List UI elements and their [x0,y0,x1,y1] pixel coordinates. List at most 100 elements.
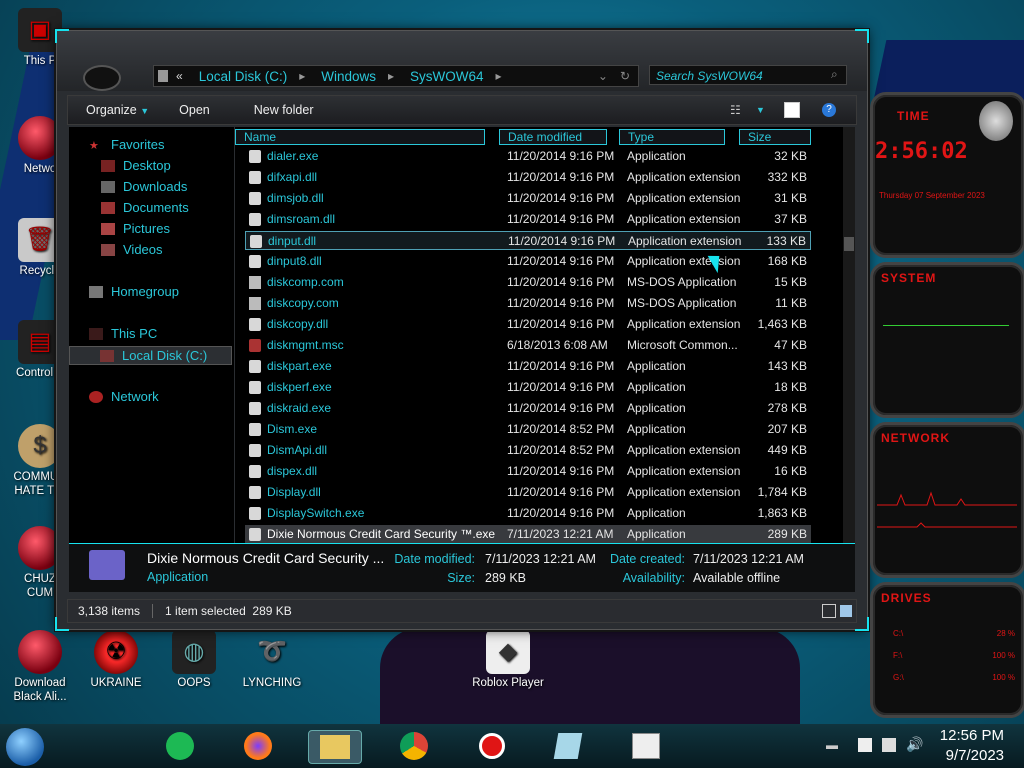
desktop-icon-oops[interactable]: ◍ OOPS [154,630,234,690]
search-input[interactable]: Search SysWOW64 [649,65,847,85]
action-center-icon[interactable] [858,738,872,752]
details-view-icon[interactable] [822,604,836,618]
explorer-window[interactable]: « Local Disk (C:) ▸ Windows ▸ SysWOW64 ▸… [55,29,869,631]
organize-button[interactable]: Organize ▼ [86,103,149,117]
vertical-scrollbar[interactable] [843,127,855,567]
taskbar-recorder[interactable] [466,730,518,762]
msc-file-icon [249,339,261,352]
network-tray-icon[interactable] [882,738,896,752]
nav-local-disk[interactable]: Local Disk (C:) [69,346,232,365]
file-row[interactable]: Dism.exe 11/20/2014 8:52 PM Application 207… [245,420,811,439]
nav-label: Videos [123,242,163,257]
nav-desktop[interactable]: Desktop [101,158,171,173]
radiation-icon: ☢ [94,630,138,674]
file-row[interactable]: dinput.dll 11/20/2014 9:16 PM Application … [245,231,811,250]
file-date: 11/20/2014 9:16 PM [507,212,615,226]
system-gadget[interactable]: SYSTEM [870,262,1024,418]
file-row[interactable]: dialer.exe 11/20/2014 9:16 PM Application 3… [245,147,811,166]
address-bar[interactable]: « Local Disk (C:) ▸ Windows ▸ SysWOW64 ▸… [153,65,639,87]
column-header-date[interactable]: Date modified [499,129,607,145]
large-icons-view-icon[interactable] [840,605,852,617]
scrollbar-thumb[interactable] [844,237,854,251]
desktop-icon-download-black-ali[interactable]: Download Black Ali... [0,630,80,704]
file-size: 1,863 KB [757,506,807,520]
exe-file-icon [249,528,261,541]
desktop-icon-ukraine[interactable]: ☢ UKRAINE [76,630,156,690]
breadcrumb-syswow64[interactable]: SysWOW64 [410,69,484,84]
file-row[interactable]: diskraid.exe 11/20/2014 9:16 PM Applicatio… [245,399,811,418]
new-folder-button[interactable]: New folder [254,103,314,117]
search-icon[interactable]: ⌕ [831,67,838,82]
tray-overflow-icon[interactable]: ▬ [826,738,838,752]
open-button[interactable]: Open [179,103,210,117]
start-button[interactable] [6,728,44,766]
dll-file-icon [249,465,261,478]
time-gadget[interactable]: TIME 2:56:02 Thursday 07 September 2023 [870,92,1024,258]
nav-label: Favorites [111,137,165,152]
nav-network[interactable]: Network [89,389,159,404]
file-row[interactable]: difxapi.dll 11/20/2014 9:16 PM Application… [245,168,811,187]
file-name: Dism.exe [267,422,318,436]
file-date: 7/11/2023 12:21 AM [507,527,614,541]
volume-icon[interactable]: 🔊 [906,736,923,753]
tray-clock[interactable]: 12:56 PM 9/7/2023 [940,726,1004,766]
refresh-icon[interactable]: ↻ [620,69,630,83]
help-icon[interactable]: ? [822,103,836,117]
taskbar-notes[interactable] [542,730,594,762]
file-row[interactable]: DismApi.dll 11/20/2014 8:52 PM Application… [245,441,811,460]
chevron-down-icon: ▼ [140,106,150,116]
record-icon [479,733,505,759]
change-view-icon[interactable]: ☷ [730,103,741,117]
breadcrumb-chevron-icon[interactable]: ▸ [496,69,502,83]
drive-icon [100,349,114,362]
file-row[interactable]: dimsjob.dll 11/20/2014 9:16 PM Application… [245,189,811,208]
breadcrumb-chevron-icon[interactable]: ▸ [388,69,394,83]
breadcrumb-local-disk[interactable]: Local Disk (C:) [199,69,288,84]
file-row[interactable]: diskcopy.dll 11/20/2014 9:16 PM Applicatio… [245,315,811,334]
taskbar-spotify[interactable] [154,730,206,762]
taskbar-document[interactable] [620,730,672,762]
address-dropdown-icon[interactable]: ⌄ [598,69,608,83]
nav-favorites[interactable]: ★ Favorites [89,137,164,152]
file-row[interactable]: diskmgmt.msc 6/18/2013 6:08 AM Microsoft C… [245,336,811,355]
drive-label: C:\ [893,629,904,638]
taskbar-chrome[interactable] [388,730,440,762]
nav-videos[interactable]: Videos [101,242,163,257]
nav-pictures[interactable]: Pictures [101,221,170,236]
file-row[interactable]: diskperf.exe 11/20/2014 9:16 PM Applicatio… [245,378,811,397]
preview-pane-icon[interactable] [784,102,800,118]
nav-downloads[interactable]: Downloads [101,179,187,194]
exe-file-icon [249,381,261,394]
file-row[interactable]: dimsroam.dll 11/20/2014 9:16 PM Applicatio… [245,210,811,229]
file-name: difxapi.dll [267,170,318,184]
taskbar-file-explorer[interactable] [308,730,362,764]
back-forward-buttons[interactable] [83,65,121,91]
file-type: MS-DOS Application [627,296,737,310]
desktop-icon-label: LYNCHING [242,677,302,689]
file-row[interactable]: DisplaySwitch.exe 11/20/2014 9:16 PM Appli… [245,504,811,523]
file-date: 11/20/2014 9:16 PM [507,170,615,184]
file-row[interactable]: diskcomp.com 11/20/2014 9:16 PM MS-DOS App… [245,273,811,292]
breadcrumb-windows[interactable]: Windows [321,69,376,84]
file-row[interactable]: diskcopy.com 11/20/2014 9:16 PM MS-DOS App… [245,294,811,313]
file-row[interactable]: dispex.dll 11/20/2014 9:16 PM Application … [245,462,811,481]
nav-homegroup[interactable]: Homegroup [89,284,179,299]
desktop-icon-lynching[interactable]: ➰ LYNCHING [232,630,312,690]
chevron-down-icon[interactable]: ▼ [756,105,765,115]
column-header-type[interactable]: Type [619,129,725,145]
drives-gadget[interactable]: DRIVES C:\ 28 % F:\ 100 % G:\ 100 % [870,582,1024,718]
file-row[interactable]: diskpart.exe 11/20/2014 9:16 PM Applicatio… [245,357,811,376]
desktop-icon-roblox-player[interactable]: ◆ Roblox Player [466,630,550,690]
file-date: 11/20/2014 9:16 PM [507,380,615,394]
taskbar-firefox[interactable] [232,730,284,762]
nav-this-pc[interactable]: This PC [89,326,157,341]
breadcrumb-overflow[interactable]: « [176,69,183,83]
column-header-name[interactable]: Name [235,129,485,145]
file-row[interactable]: Display.dll 11/20/2014 9:16 PM Application… [245,483,811,502]
chrome-icon [400,732,428,760]
breadcrumb-chevron-icon[interactable]: ▸ [299,69,305,83]
nav-documents[interactable]: Documents [101,200,189,215]
column-header-size[interactable]: Size [739,129,811,145]
file-row[interactable]: Dixie Normous Credit Card Security ™.exe… [245,525,811,544]
network-gadget[interactable]: NETWORK [870,422,1024,578]
